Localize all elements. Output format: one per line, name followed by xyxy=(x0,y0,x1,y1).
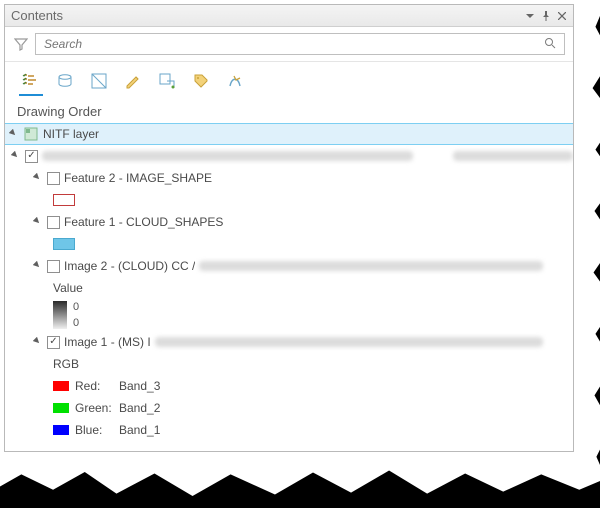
dropdown-caret-icon[interactable] xyxy=(523,9,537,23)
pin-icon[interactable] xyxy=(539,9,553,23)
expand-icon[interactable] xyxy=(33,337,43,347)
list-by-selection-button[interactable] xyxy=(87,68,111,96)
blue-chip-icon xyxy=(53,425,69,435)
nitf-layer-label[interactable]: NITF layer xyxy=(43,127,99,141)
symbol-swatch[interactable] xyxy=(53,194,75,206)
band-red-label: Red: xyxy=(75,379,119,393)
image2-label[interactable]: Image 2 - (CLOUD) CC / xyxy=(64,259,195,273)
feature2-label[interactable]: Feature 2 - IMAGE_SHAPE xyxy=(64,171,212,185)
redacted-text xyxy=(199,261,543,271)
expand-icon[interactable] xyxy=(11,151,21,161)
redacted-text xyxy=(155,337,543,347)
green-chip-icon xyxy=(53,403,69,413)
layer-checkbox[interactable] xyxy=(25,150,38,163)
list-by-perspective-button[interactable] xyxy=(223,68,247,96)
layer-tree: NITF layer Feature 2 - IMAGE_SHAPE Featu… xyxy=(5,123,573,451)
layer-checkbox[interactable] xyxy=(47,336,60,349)
section-heading: Drawing Order xyxy=(5,96,573,123)
expand-icon[interactable] xyxy=(9,129,19,139)
stretch-value-bottom: 0 xyxy=(73,317,79,329)
search-icon[interactable] xyxy=(544,37,558,51)
layer-checkbox[interactable] xyxy=(47,216,60,229)
value-label: Value xyxy=(53,281,83,295)
list-by-snapping-button[interactable] xyxy=(155,68,179,96)
search-input[interactable] xyxy=(42,36,544,52)
toolbar xyxy=(5,62,573,96)
expand-icon[interactable] xyxy=(33,217,43,227)
list-by-editing-button[interactable] xyxy=(121,68,145,96)
band-red-value: Band_3 xyxy=(119,379,160,393)
rgb-label: RGB xyxy=(53,357,79,371)
layer-checkbox[interactable] xyxy=(47,172,60,185)
close-icon[interactable] xyxy=(555,9,569,23)
list-by-source-button[interactable] xyxy=(53,68,77,96)
expand-icon[interactable] xyxy=(33,173,43,183)
symbol-swatch[interactable] xyxy=(53,238,75,250)
list-by-labeling-button[interactable] xyxy=(189,68,213,96)
panel-title: Contents xyxy=(11,8,63,23)
filter-icon[interactable] xyxy=(13,36,29,52)
band-green-label: Green: xyxy=(75,401,119,415)
red-chip-icon xyxy=(53,381,69,391)
band-blue-label: Blue: xyxy=(75,423,119,437)
redacted-text xyxy=(453,151,573,161)
layer-checkbox[interactable] xyxy=(47,260,60,273)
nitf-layer-icon xyxy=(23,126,39,142)
list-by-drawing-order-button[interactable] xyxy=(19,68,43,96)
image1-label[interactable]: Image 1 - (MS) I xyxy=(64,335,151,349)
band-blue-value: Band_1 xyxy=(119,423,160,437)
stretch-gradient-icon xyxy=(53,301,67,329)
band-green-value: Band_2 xyxy=(119,401,160,415)
search-box[interactable] xyxy=(35,33,565,55)
stretch-value-top: 0 xyxy=(73,301,79,313)
feature1-label[interactable]: Feature 1 - CLOUD_SHAPES xyxy=(64,215,223,229)
expand-icon[interactable] xyxy=(33,261,43,271)
redacted-text xyxy=(42,151,413,161)
